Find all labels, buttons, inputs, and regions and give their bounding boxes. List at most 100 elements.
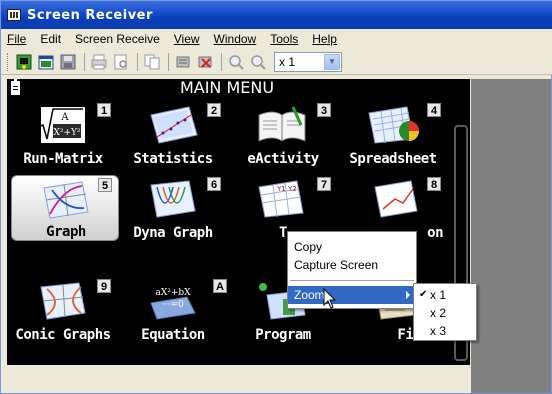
connect-icon[interactable] [173, 52, 193, 72]
app-label: Equation [141, 327, 205, 343]
app-number-badge: 1 [97, 103, 111, 117]
app-number-badge: 8 [427, 177, 441, 191]
zoom-submenu: ✔ x 1 x 2 x 3 [413, 283, 477, 341]
save-icon[interactable] [58, 52, 78, 72]
menu-bar: File Edit Screen Receive View Window Too… [1, 29, 552, 49]
menu-edit-label: Edit [40, 32, 62, 46]
menu-file[interactable]: File [7, 32, 26, 46]
conic-graphs-icon [40, 282, 86, 320]
spreadsheet-icon [368, 106, 419, 144]
app-equation[interactable]: aX²+bX ···=0 A Equation [119, 277, 227, 343]
app-label: Spreadsheet [349, 151, 437, 167]
context-zoom-label: Zoom [294, 288, 325, 302]
menu-screen-receive-label: Screen Receive [75, 32, 160, 46]
chevron-down-icon[interactable]: ▼ [324, 53, 340, 70]
app-number-badge: 3 [317, 103, 331, 117]
svg-text:Y1 Y2: Y1 Y2 [276, 185, 297, 193]
equation-icon: aX²+bX ···=0 [150, 288, 196, 320]
checkmark-icon: ✔ [419, 289, 428, 300]
dyna-graph-icon [150, 180, 196, 218]
app-conic-graphs[interactable]: 9 Conic Graphs [9, 277, 117, 343]
eactivity-icon [258, 106, 306, 142]
screen-header: MAIN MENU [7, 79, 470, 97]
zoom-x1-item[interactable]: ✔ x 1 [414, 286, 476, 304]
app-label: Run-Matrix [23, 151, 103, 167]
print-preview-icon[interactable] [111, 52, 131, 72]
app-number-badge: 6 [207, 177, 221, 191]
app-number-badge: 2 [207, 103, 221, 117]
copy-icon[interactable] [142, 52, 162, 72]
new-window-icon[interactable] [36, 52, 56, 72]
app-label: eActivity [247, 151, 319, 167]
context-capture-label: Capture Screen [294, 258, 379, 272]
menu-view[interactable]: View [174, 32, 200, 46]
zoom-x2-label: x 2 [430, 306, 447, 320]
context-copy-label: Copy [294, 240, 323, 254]
toolbar-separator [137, 52, 138, 71]
disconnect-icon[interactable] [195, 52, 215, 72]
zoom-x3-item[interactable]: x 3 [414, 322, 476, 340]
app-graph[interactable]: 5 Graph [11, 175, 119, 241]
context-separator [290, 280, 414, 281]
menu-tools[interactable]: Tools [270, 32, 298, 46]
app-number-badge: 7 [317, 177, 331, 191]
menu-tools-label: Tools [270, 32, 299, 46]
toolbar: x 1 ▼ [1, 49, 552, 75]
app-number-badge: 9 [97, 279, 111, 293]
app-spreadsheet[interactable]: 4 Spreadsheet [339, 101, 447, 167]
submenu-arrow-icon [406, 291, 410, 299]
status-area [7, 365, 471, 393]
menu-screen-receive[interactable]: Screen Receive [75, 32, 160, 46]
app-eactivity[interactable]: 3 eActivity [229, 101, 337, 167]
print-icon[interactable] [89, 52, 109, 72]
app-label: Dyna Graph [133, 225, 213, 241]
title-bar[interactable]: Screen Receiver [1, 1, 552, 29]
zoom-select-value: x 1 [279, 54, 296, 69]
zoom-in-icon[interactable] [226, 52, 246, 72]
app-number-badge: 5 [98, 178, 112, 192]
app-label: Program [255, 327, 311, 343]
graph-icon [43, 181, 89, 219]
toolbar-separator [221, 52, 222, 71]
zoom-out-icon[interactable] [248, 52, 268, 72]
app-run-matrix[interactable]: A X²+Y² 1 Run-Matrix [9, 101, 117, 167]
menu-window[interactable]: Window [214, 32, 257, 46]
menu-help-label: Help [312, 32, 337, 46]
context-copy[interactable]: Copy [288, 238, 416, 256]
context-zoom[interactable]: Zoom [288, 286, 416, 304]
screen-receiver-window: Screen Receiver File Edit Screen Receive… [0, 0, 552, 394]
window-title: Screen Receiver [27, 7, 153, 23]
zoom-x1-label: x 1 [430, 288, 447, 302]
menu-help[interactable]: Help [312, 32, 337, 46]
svg-text:X²+Y²: X²+Y² [53, 128, 80, 138]
svg-text:···=0: ···=0 [162, 300, 184, 310]
app-label: Statistics [133, 151, 213, 167]
zoom-select[interactable]: x 1 ▼ [274, 51, 342, 72]
app-label: Conic Graphs [15, 327, 111, 343]
app-label: Graph [46, 224, 86, 240]
zoom-x3-label: x 3 [430, 324, 447, 338]
context-capture-screen[interactable]: Capture Screen [288, 256, 416, 274]
workspace-background [471, 79, 551, 393]
toolbar-separator [84, 52, 85, 71]
toolbar-separator [168, 52, 169, 71]
menu-window-label: Window [213, 32, 257, 46]
context-menu: Copy Capture Screen Zoom [287, 231, 417, 309]
menu-view-label: View [173, 32, 200, 46]
mouse-cursor-icon [323, 288, 337, 309]
main-menu-title: MAIN MENU [179, 78, 275, 97]
svg-text:aX²+bX: aX²+bX [155, 288, 191, 298]
recursion-icon [374, 180, 418, 218]
menu-edit[interactable]: Edit [40, 32, 61, 46]
toolbar-grip[interactable] [7, 52, 10, 71]
app-number-badge: 4 [427, 103, 441, 117]
calculator-app-icon [7, 9, 21, 21]
receive-icon[interactable] [14, 52, 34, 72]
statistics-icon [150, 106, 198, 144]
app-dyna-graph[interactable]: 6 Dyna Graph [119, 175, 227, 241]
app-statistics[interactable]: 2 Statistics [119, 101, 227, 167]
calculator-screen: MAIN MENU A X²+Y² 1 Run-Matrix 2 Statist… [7, 79, 470, 365]
app-number-badge: A [213, 279, 227, 293]
zoom-x2-item[interactable]: x 2 [414, 304, 476, 322]
svg-text:A: A [60, 112, 69, 123]
